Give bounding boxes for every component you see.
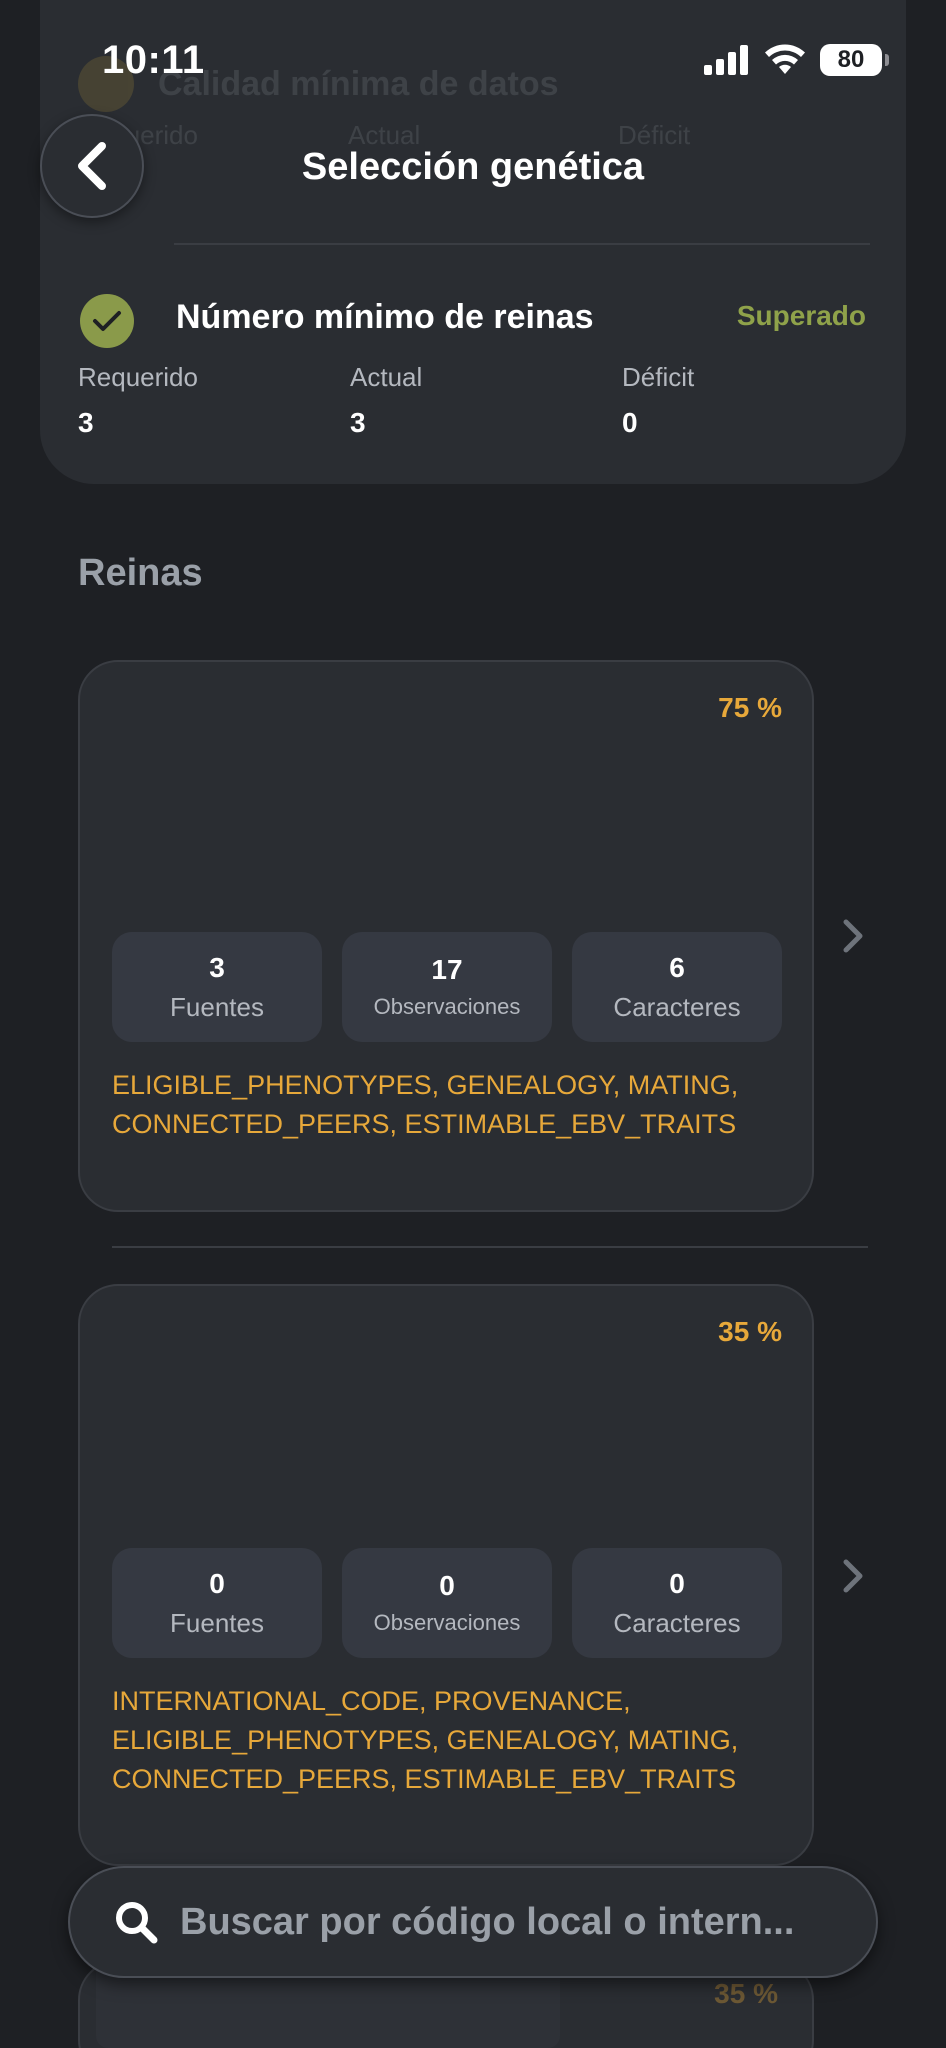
completeness-percent: 35 % (718, 1316, 782, 1347)
status-icons: 80 (704, 44, 889, 76)
stat-observations: 0 Observaciones (342, 1548, 552, 1658)
stat-sources: 3 Fuentes (112, 932, 322, 1042)
stat-label: Fuentes (170, 1607, 264, 1638)
divider (112, 1246, 868, 1248)
missing-criteria-tags: ELIGIBLE_PHENOTYPES, GENEALOGY, MATING, … (112, 1070, 739, 1139)
requirement-title: Número mínimo de reinas (176, 298, 594, 336)
stat-value: 0 (439, 1570, 455, 1601)
search-icon (116, 1902, 158, 1944)
stat-label: Fuentes (170, 991, 264, 1022)
stat-value: 6 (669, 951, 685, 983)
battery-icon: 80 (820, 44, 889, 76)
stats-row: 3 Fuentes 17 Observaciones 6 Caracteres (112, 932, 782, 1042)
stat-traits: 0 Caracteres (572, 1548, 782, 1658)
requirement-column: Requerido 3 (78, 362, 350, 439)
status-badge: Superado (736, 300, 866, 331)
requirement-value: 0 (622, 407, 638, 438)
requirement-value: 3 (78, 407, 94, 438)
requirement-column: Déficit 0 (622, 362, 894, 439)
requirement-label: Requerido (78, 362, 198, 392)
stat-value: 17 (431, 954, 463, 985)
status-time: 10:11 (102, 38, 205, 82)
divider (174, 243, 870, 245)
stat-sources: 0 Fuentes (112, 1548, 322, 1658)
wifi-icon (765, 44, 805, 74)
stat-label: Caracteres (613, 991, 741, 1022)
missing-criteria-tags: INTERNATIONAL_CODE, PROVENANCE, ELIGIBLE… (112, 1686, 739, 1794)
requirement-label: Actual (350, 362, 423, 392)
cellular-signal-icon (704, 45, 748, 75)
stat-value: 0 (669, 1567, 685, 1599)
stat-label: Observaciones (373, 1610, 521, 1635)
chevron-right-icon[interactable] (842, 1558, 864, 1594)
search-input[interactable]: Buscar por código local o intern... (180, 1901, 794, 1944)
faded-requirement-title: Calidad mínima de datos (158, 64, 559, 103)
requirement-label: Déficit (622, 362, 695, 392)
queen-card[interactable]: 35 % 0 Fuentes 0 Observaciones 0 Caracte… (78, 1284, 814, 1866)
stat-traits: 6 Caracteres (572, 932, 782, 1042)
page-title: Selección genética (301, 146, 645, 188)
stat-label: Caracteres (613, 1607, 741, 1638)
chevron-right-icon[interactable] (842, 918, 864, 954)
requirement-column: Actual 3 (350, 362, 622, 439)
search-bar[interactable]: Buscar por código local o intern... (68, 1866, 878, 1978)
completeness-percent: 35 % (714, 1978, 778, 2009)
stat-label: Observaciones (373, 994, 521, 1019)
requirement-columns: Requerido 3 Actual 3 Déficit 0 (78, 362, 894, 439)
queen-card[interactable]: 75 % 3 Fuentes 17 Observaciones 6 Caract… (78, 660, 814, 1212)
section-title: Reinas (78, 552, 203, 594)
stat-value: 0 (209, 1567, 225, 1599)
requirement-value: 3 (350, 407, 366, 438)
check-icon (80, 294, 134, 348)
stat-observations: 17 Observaciones (342, 932, 552, 1042)
stats-row: 0 Fuentes 0 Observaciones 0 Caracteres (112, 1548, 782, 1658)
completeness-percent: 75 % (718, 692, 782, 723)
stat-value: 3 (209, 951, 225, 983)
